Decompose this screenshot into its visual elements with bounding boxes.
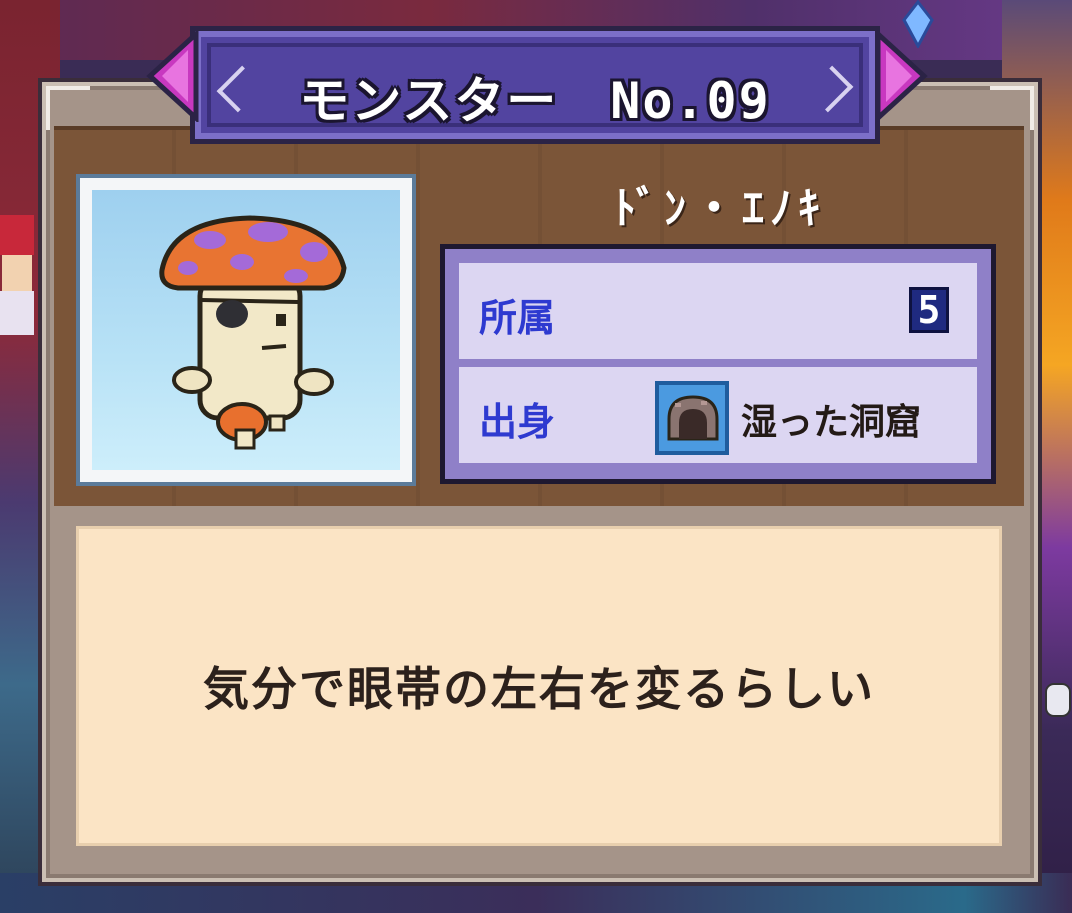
next-monster-button[interactable] <box>874 30 930 122</box>
panel-corner-ornament <box>990 86 1034 130</box>
arrow-left-icon <box>146 30 199 122</box>
arrow-right-icon <box>875 30 928 122</box>
mushroom-monster-icon <box>159 215 347 450</box>
monster-name: ﾄﾞﾝ・ｴﾉｷ <box>614 183 826 234</box>
background-character-icon <box>0 215 34 335</box>
monster-info-box: 所属 5 出身 湿った洞窟 <box>440 244 996 484</box>
background-ghost-icon <box>1044 680 1072 720</box>
monster-portrait <box>92 190 400 470</box>
cave-icon <box>655 381 729 455</box>
description-text: 気分で眼帯の左右を変るらしい <box>203 662 875 716</box>
description-box: 気分で眼帯の左右を変るらしい <box>76 526 1002 846</box>
origin-row: 出身 湿った洞窟 <box>459 367 977 463</box>
affiliation-row: 所属 5 <box>459 263 977 359</box>
affiliation-value: 5 <box>909 287 949 333</box>
origin-label: 出身 <box>479 400 556 444</box>
monster-portrait-frame <box>76 174 416 486</box>
panel-corner-ornament <box>46 86 90 130</box>
description-panel: 気分で眼帯の左右を変るらしい <box>54 506 1024 868</box>
prev-monster-button[interactable] <box>144 30 200 122</box>
origin-value: 湿った洞窟 <box>741 402 922 443</box>
page-title: モンスター No.09 <box>299 72 771 130</box>
title-banner: モンスター No.09 <box>190 26 880 144</box>
affiliation-label: 所属 <box>479 296 556 340</box>
